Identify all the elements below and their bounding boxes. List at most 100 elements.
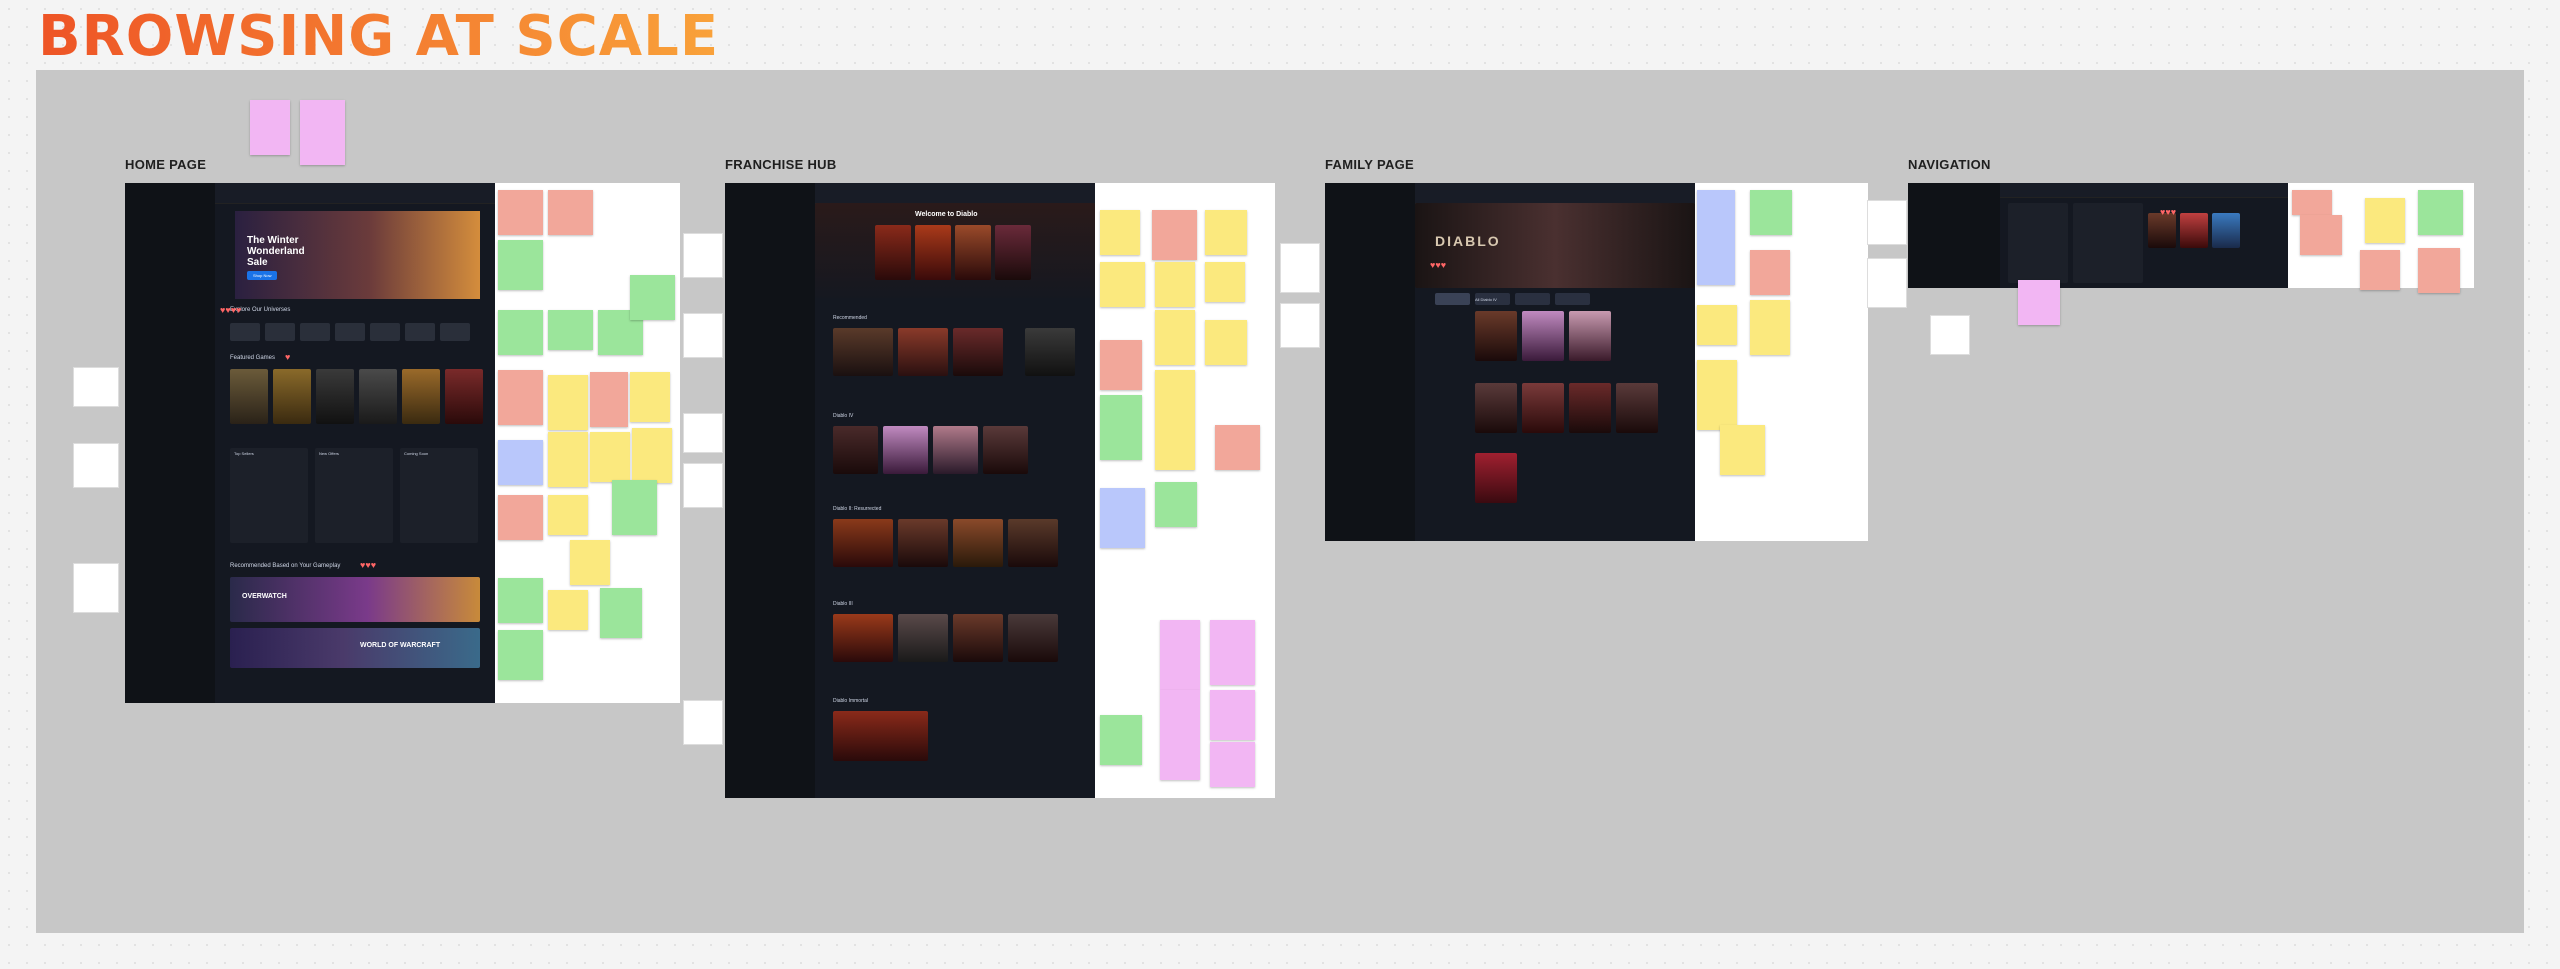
sticky-note[interactable]: [498, 370, 543, 425]
game-card[interactable]: [995, 225, 1031, 280]
dropdown-menu[interactable]: [2008, 203, 2068, 283]
sticky-note[interactable]: [1750, 250, 1790, 295]
sticky-note[interactable]: [1210, 690, 1255, 740]
sticky-note[interactable]: [1100, 488, 1145, 548]
game-card[interactable]: [833, 711, 928, 761]
tab-button[interactable]: [1515, 293, 1550, 305]
game-card[interactable]: [833, 614, 893, 662]
sticky-note[interactable]: [1100, 715, 1142, 765]
side-note[interactable]: [1280, 303, 1320, 348]
game-card[interactable]: [883, 426, 928, 474]
tab-button[interactable]: [1555, 293, 1590, 305]
sticky-note[interactable]: [498, 240, 543, 290]
universe-logo[interactable]: [230, 323, 260, 341]
universe-logo[interactable]: [335, 323, 365, 341]
sticky-note[interactable]: [1210, 620, 1255, 685]
game-card[interactable]: [1475, 453, 1517, 503]
universe-logo[interactable]: [405, 323, 435, 341]
universe-logo[interactable]: [440, 323, 470, 341]
top-nav[interactable]: [815, 183, 1095, 204]
side-note[interactable]: [1867, 258, 1907, 308]
sticky-note[interactable]: [1210, 742, 1255, 787]
sticky-note[interactable]: [632, 428, 672, 483]
game-card[interactable]: [1008, 614, 1058, 662]
game-card[interactable]: [2148, 213, 2176, 248]
sticky-note[interactable]: [1697, 190, 1735, 285]
hero-banner[interactable]: The Winter Wonderland Sale Shop Now: [235, 211, 480, 299]
sticky-note[interactable]: [1100, 262, 1145, 307]
side-note[interactable]: [73, 367, 119, 407]
top-nav[interactable]: [2000, 183, 2288, 198]
sticky-note[interactable]: [1152, 210, 1197, 260]
sticky-note[interactable]: [1697, 305, 1737, 345]
game-card[interactable]: [1475, 383, 1517, 433]
sticky-note[interactable]: [630, 372, 670, 422]
game-card[interactable]: [833, 426, 878, 474]
sticky-note[interactable]: [590, 432, 630, 482]
game-card[interactable]: [2180, 213, 2208, 248]
sticky-note[interactable]: [1155, 370, 1195, 470]
game-card[interactable]: [833, 519, 893, 567]
rec-banner-wow[interactable]: WORLD OF WARCRAFT: [230, 628, 480, 668]
side-note[interactable]: [683, 463, 723, 508]
side-note[interactable]: [683, 413, 723, 453]
sticky-note[interactable]: [2365, 198, 2405, 243]
side-note[interactable]: [1280, 243, 1320, 293]
game-card[interactable]: [898, 614, 948, 662]
sticky-note[interactable]: [1155, 310, 1195, 365]
sticky-note[interactable]: [250, 100, 290, 155]
game-card[interactable]: [1569, 311, 1611, 361]
sticky-note[interactable]: [2292, 190, 2332, 215]
game-card[interactable]: [316, 369, 354, 424]
side-note[interactable]: [683, 313, 723, 358]
sticky-note[interactable]: [498, 440, 543, 485]
sticky-note[interactable]: [548, 190, 593, 235]
rec-banner-overwatch[interactable]: OVERWATCH: [230, 577, 480, 622]
side-note[interactable]: [1867, 200, 1907, 245]
side-note[interactable]: [73, 443, 119, 488]
game-card[interactable]: [1475, 311, 1517, 361]
sticky-note[interactable]: [1155, 482, 1197, 527]
sticky-note[interactable]: [498, 190, 543, 235]
game-card[interactable]: [955, 225, 991, 280]
sticky-note[interactable]: [1100, 340, 1142, 390]
sticky-note[interactable]: [570, 540, 610, 585]
game-card[interactable]: [1616, 383, 1658, 433]
sticky-note[interactable]: [2360, 250, 2400, 290]
sticky-note[interactable]: [1100, 210, 1140, 255]
sticky-note[interactable]: [548, 310, 593, 350]
game-card[interactable]: [898, 519, 948, 567]
game-card[interactable]: [953, 328, 1003, 376]
sticky-note[interactable]: [1205, 262, 1245, 302]
hero-shop-button[interactable]: Shop Now: [247, 271, 278, 280]
game-card[interactable]: [983, 426, 1028, 474]
sticky-note[interactable]: [548, 495, 588, 535]
sticky-note[interactable]: [1100, 395, 1142, 460]
game-card[interactable]: [1522, 383, 1564, 433]
sticky-note[interactable]: [498, 310, 543, 355]
sticky-note[interactable]: [1205, 210, 1247, 255]
sticky-note[interactable]: [630, 275, 675, 320]
sticky-note[interactable]: [2018, 280, 2060, 325]
top-nav[interactable]: [215, 183, 495, 204]
sticky-note[interactable]: [590, 372, 628, 427]
game-card[interactable]: [1025, 328, 1075, 376]
universe-logo[interactable]: [265, 323, 295, 341]
side-note[interactable]: [1930, 315, 1970, 355]
sticky-note[interactable]: [498, 495, 543, 540]
sticky-note[interactable]: [612, 480, 657, 535]
sticky-note[interactable]: [2418, 248, 2460, 293]
sticky-note[interactable]: [1720, 425, 1765, 475]
game-card[interactable]: [953, 519, 1003, 567]
universe-logo[interactable]: [300, 323, 330, 341]
game-card[interactable]: [875, 225, 911, 280]
dropdown-menu[interactable]: [2073, 203, 2143, 283]
game-card[interactable]: [273, 369, 311, 424]
game-card[interactable]: [898, 328, 948, 376]
game-card[interactable]: [1522, 311, 1564, 361]
game-card[interactable]: [402, 369, 440, 424]
game-card[interactable]: [359, 369, 397, 424]
game-card[interactable]: [933, 426, 978, 474]
sticky-note[interactable]: [1750, 190, 1792, 235]
side-note[interactable]: [683, 700, 723, 745]
